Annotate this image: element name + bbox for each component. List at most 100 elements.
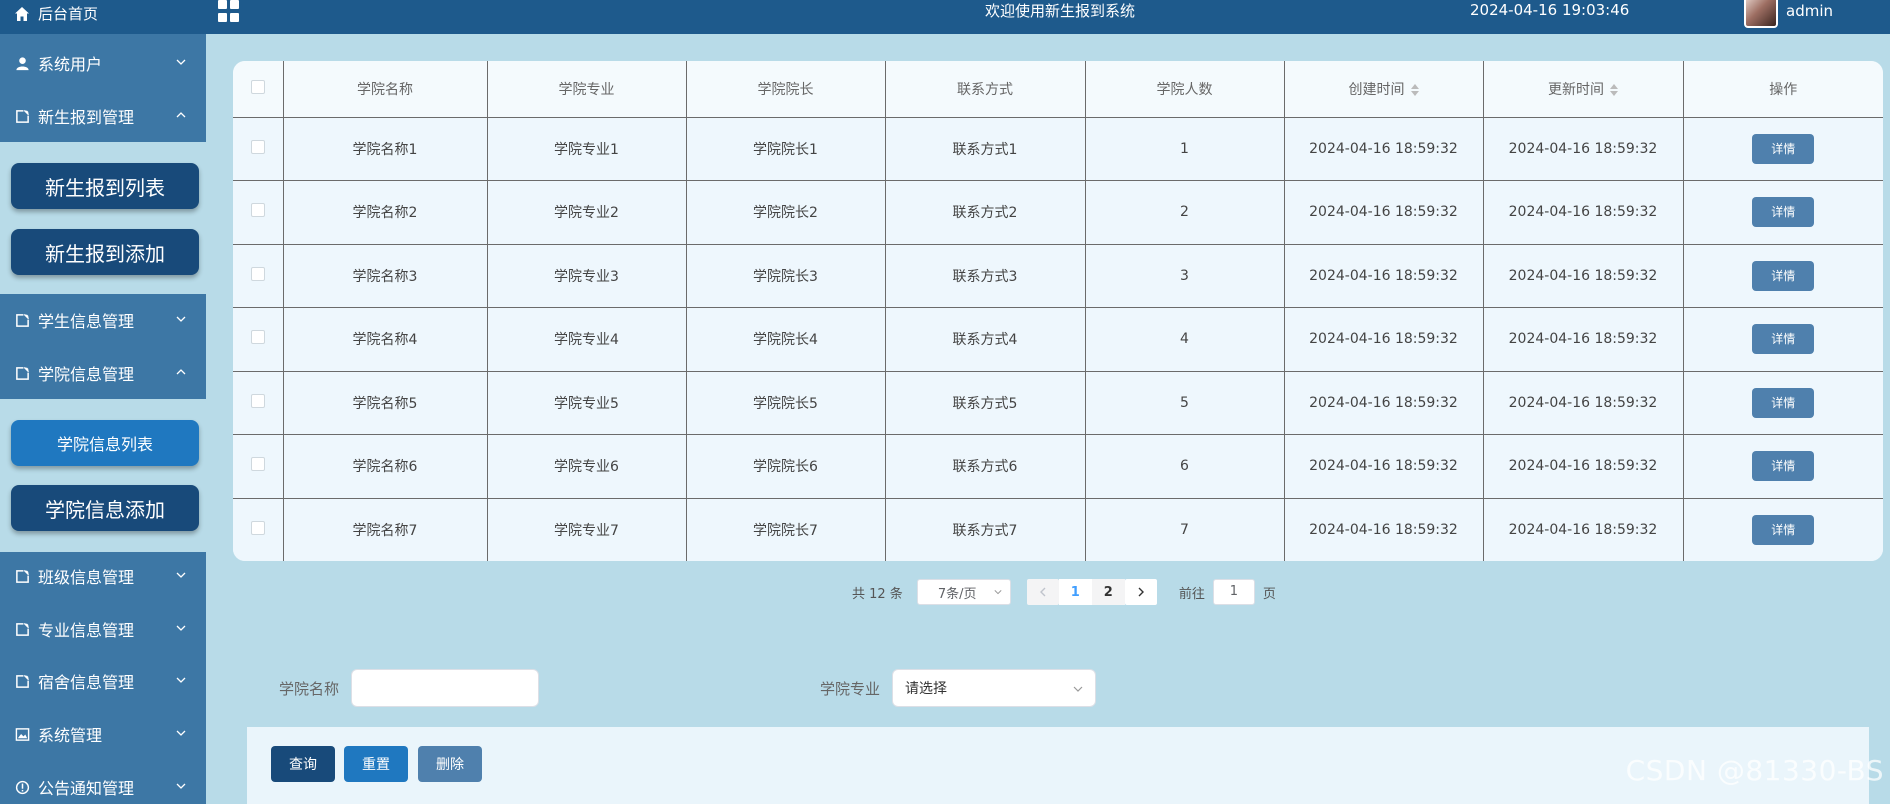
detail-button[interactable]: 详情 bbox=[1752, 451, 1815, 482]
major-select-value: 请选择 bbox=[905, 681, 947, 697]
sidebar-item-college-info[interactable]: 学院信息管理 bbox=[0, 349, 206, 397]
delete-button[interactable]: 删除 bbox=[418, 746, 482, 782]
row-checkbox[interactable] bbox=[250, 266, 265, 281]
sub-item-college-list[interactable]: 学院信息列表 bbox=[11, 420, 199, 466]
table-cell: 2024-04-16 18:59:32 bbox=[1283, 497, 1484, 561]
table-cell: 2024-04-16 18:59:32 bbox=[1482, 307, 1684, 372]
detail-button[interactable]: 详情 bbox=[1752, 324, 1815, 355]
document-icon bbox=[14, 365, 30, 381]
table-cell: 学院名称2 bbox=[282, 180, 488, 245]
reset-button[interactable]: 重置 bbox=[344, 746, 408, 782]
detail-button[interactable]: 详情 bbox=[1752, 133, 1815, 164]
column-header-dean: 学院院长 bbox=[685, 61, 886, 118]
detail-button[interactable]: 详情 bbox=[1752, 260, 1815, 291]
grid-menu-icon[interactable] bbox=[218, 0, 240, 22]
goto-page-input[interactable]: 1 bbox=[1212, 579, 1255, 605]
row-checkbox[interactable] bbox=[250, 330, 265, 345]
row-actions-cell: 详情 bbox=[1682, 243, 1883, 308]
detail-button[interactable]: 详情 bbox=[1752, 197, 1815, 228]
sub-item-college-add[interactable]: 学院信息添加 bbox=[11, 485, 199, 531]
row-select-cell bbox=[233, 307, 284, 372]
college-table: 学院名称 学院专业 学院院长 联系方式 学院人数 创建时间 更新时间 操作 学院… bbox=[233, 61, 1883, 561]
document-icon bbox=[14, 108, 30, 124]
sidebar-item-notice-mgmt[interactable]: 公告通知管理 bbox=[0, 763, 206, 804]
page-number-1[interactable]: 1 bbox=[1058, 579, 1092, 605]
table-cell: 2024-04-16 18:59:32 bbox=[1482, 180, 1684, 245]
table-cell: 2024-04-16 18:59:32 bbox=[1482, 434, 1684, 499]
sort-icon[interactable] bbox=[1610, 83, 1618, 96]
table-cell: 2024-04-16 18:59:32 bbox=[1283, 307, 1484, 372]
chevron-up-icon bbox=[176, 112, 186, 118]
goto-page: 前往 1 页 bbox=[1179, 579, 1276, 605]
system-title: 欢迎使用新生报到系统 bbox=[984, 2, 1135, 20]
sidebar-item-system-mgmt[interactable]: 系统管理 bbox=[0, 710, 206, 758]
column-header-updated[interactable]: 更新时间 bbox=[1482, 61, 1684, 118]
row-checkbox[interactable] bbox=[250, 393, 265, 408]
pagination-total: 共 12 条 bbox=[852, 586, 903, 602]
sidebar-item-label: 宿舍信息管理 bbox=[38, 673, 135, 692]
sidebar-item-dorm-info[interactable]: 宿舍信息管理 bbox=[0, 657, 206, 705]
table-cell: 2 bbox=[1084, 180, 1285, 245]
table-cell: 联系方式5 bbox=[884, 370, 1086, 435]
row-actions-cell: 详情 bbox=[1682, 307, 1883, 372]
row-checkbox[interactable] bbox=[250, 139, 265, 154]
page-size-value: 7条/页 bbox=[937, 586, 977, 602]
row-checkbox[interactable] bbox=[250, 203, 265, 218]
sort-icon[interactable] bbox=[1410, 83, 1419, 96]
table-row: 学院名称6 学院专业6 学院院长6 联系方式6 6 2024-04-16 18:59:32… bbox=[233, 434, 1883, 499]
sub-item-registration-add[interactable]: 新生报到添加 bbox=[11, 229, 199, 275]
next-page-button[interactable] bbox=[1124, 579, 1157, 605]
row-select-cell bbox=[233, 497, 284, 561]
column-header-count: 学院人数 bbox=[1084, 61, 1285, 118]
table-cell: 5 bbox=[1084, 370, 1285, 435]
table-cell: 2024-04-16 18:59:32 bbox=[1482, 370, 1684, 435]
sidebar-item-label: 系统管理 bbox=[38, 726, 103, 745]
table-cell: 2024-04-16 18:59:32 bbox=[1482, 116, 1684, 181]
sidebar-item-system-users[interactable]: 系统用户 bbox=[0, 39, 206, 87]
table-cell: 联系方式4 bbox=[884, 307, 1086, 372]
sub-item-registration-list[interactable]: 新生报到列表 bbox=[11, 163, 199, 209]
row-checkbox[interactable] bbox=[250, 520, 265, 535]
select-all-checkbox[interactable] bbox=[250, 79, 265, 94]
top-header: 后台首页 欢迎使用新生报到系统 2024-04-16 19:03:46 admi… bbox=[0, 0, 1890, 34]
query-button[interactable]: 查询 bbox=[271, 746, 335, 782]
table-row: 学院名称4 学院专业4 学院院长4 联系方式4 4 2024-04-16 18:59:32… bbox=[233, 307, 1883, 372]
page-number-2[interactable]: 2 bbox=[1091, 579, 1125, 605]
detail-button[interactable]: 详情 bbox=[1752, 514, 1815, 545]
chevron-down-icon bbox=[176, 625, 186, 631]
sidebar-item-label: 系统用户 bbox=[38, 55, 103, 74]
page-size-select[interactable]: 7条/页 bbox=[916, 579, 1011, 605]
table-cell: 学院专业1 bbox=[486, 116, 687, 181]
chevron-down-icon bbox=[176, 59, 186, 65]
detail-button[interactable]: 详情 bbox=[1752, 387, 1815, 418]
table-header-row: 学院名称 学院专业 学院院长 联系方式 学院人数 创建时间 更新时间 操作 bbox=[233, 61, 1883, 118]
table-cell: 学院院长6 bbox=[685, 434, 886, 499]
row-select-cell bbox=[233, 180, 284, 245]
column-header-created[interactable]: 创建时间 bbox=[1283, 61, 1484, 118]
chevron-down-icon bbox=[1073, 686, 1083, 692]
home-link[interactable]: 后台首页 bbox=[14, 3, 98, 24]
table-cell: 3 bbox=[1084, 243, 1285, 308]
sidebar-item-student-info[interactable]: 学生信息管理 bbox=[0, 296, 206, 344]
table-cell: 学院院长3 bbox=[685, 243, 886, 308]
row-actions-cell: 详情 bbox=[1682, 497, 1883, 561]
row-actions-cell: 详情 bbox=[1682, 180, 1883, 245]
table-cell: 学院名称7 bbox=[282, 497, 488, 561]
table-cell: 学院院长1 bbox=[685, 116, 886, 181]
sidebar-item-registration[interactable]: 新生报到管理 bbox=[0, 92, 206, 140]
sidebar-item-major-info[interactable]: 专业信息管理 bbox=[0, 605, 206, 653]
header-username[interactable]: admin bbox=[1786, 2, 1833, 20]
major-select[interactable]: 请选择 bbox=[892, 669, 1096, 707]
row-select-cell bbox=[233, 243, 284, 308]
prev-page-button[interactable] bbox=[1026, 579, 1059, 605]
sidebar-item-class-info[interactable]: 班级信息管理 bbox=[0, 552, 206, 600]
chevron-down-icon bbox=[176, 783, 186, 789]
table-cell: 学院名称3 bbox=[282, 243, 488, 308]
college-name-input[interactable] bbox=[351, 669, 539, 707]
user-avatar[interactable] bbox=[1744, 0, 1778, 28]
info-icon bbox=[14, 779, 30, 795]
row-checkbox[interactable] bbox=[250, 457, 265, 472]
row-actions-cell: 详情 bbox=[1682, 116, 1883, 181]
table-cell: 联系方式7 bbox=[884, 497, 1086, 561]
chevron-down-icon bbox=[994, 590, 1002, 595]
